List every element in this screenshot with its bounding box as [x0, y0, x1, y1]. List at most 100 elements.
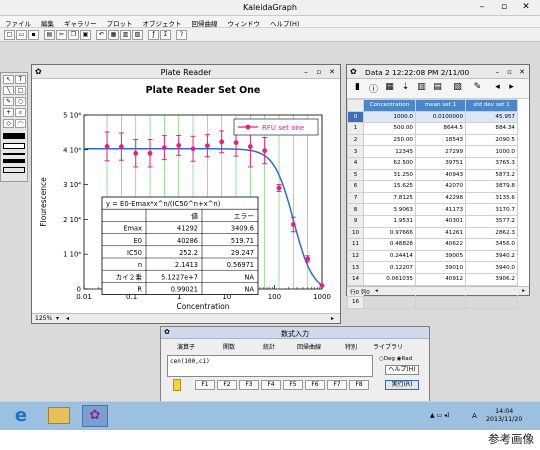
table-cell[interactable]: 31.250 [363, 168, 416, 182]
table-cell[interactable]: 3765.3 [465, 156, 518, 170]
row-header[interactable]: 1 [347, 122, 364, 135]
table-cell[interactable]: 42070 [415, 180, 466, 193]
column-header[interactable]: std dev set 1 [465, 99, 518, 112]
info-icon[interactable]: ⓘ [369, 82, 378, 95]
open-icon[interactable]: ▭ [16, 30, 27, 40]
table-cell[interactable]: 1000.0 [465, 145, 518, 158]
column-header[interactable]: mean set 1 [415, 99, 466, 112]
row-header[interactable]: 4 [347, 156, 364, 170]
table-cell[interactable]: 884.34 [465, 122, 518, 135]
arc-tool-icon[interactable]: ◠ [15, 119, 26, 128]
row-header[interactable]: 6 [347, 180, 364, 193]
table-cell[interactable]: 3.9063 [363, 203, 416, 216]
row-header[interactable]: 13 [347, 261, 364, 274]
table-cell[interactable]: 3456.0 [465, 238, 518, 251]
plot-minimize-button[interactable]: – [300, 65, 312, 79]
help-button[interactable]: ヘルプ(H) [385, 365, 419, 375]
table-cell[interactable]: 41173 [415, 203, 466, 216]
table-cell[interactable]: 0.24414 [363, 249, 416, 263]
formula-input[interactable]: cen(100,c1) [167, 355, 373, 377]
arrow-tool-icon[interactable]: ↖ [3, 75, 14, 84]
row-header[interactable]: 3 [347, 145, 364, 158]
run-button[interactable]: 実行(R) [385, 380, 419, 390]
zoom-tool-icon[interactable]: ⌕ [15, 108, 26, 117]
formula-menu-library[interactable]: ライブラリ [373, 342, 403, 351]
oval-tool-icon[interactable]: ○ [15, 97, 26, 106]
row-header[interactable]: 12 [347, 249, 364, 263]
table-cell[interactable]: 0.0100000 [415, 110, 466, 124]
table-cell[interactable]: 3577.2 [465, 214, 518, 228]
f6-key[interactable]: F6 [305, 380, 325, 390]
row-header[interactable]: 9 [347, 214, 364, 228]
pen-icon[interactable]: ✎ [473, 82, 482, 94]
scroll-right-icon[interactable]: ▸ [331, 315, 334, 322]
table-cell[interactable]: 45.957 [465, 110, 518, 124]
row-header[interactable]: 0 [347, 110, 364, 124]
menu-item[interactable]: プロット [102, 16, 138, 28]
table-cell[interactable] [415, 296, 466, 309]
ie-icon[interactable]: e [10, 406, 32, 426]
table-cell[interactable]: 3906.2 [465, 272, 518, 286]
table-cell[interactable]: 12345 [363, 145, 416, 158]
paste-icon[interactable]: ▣ [80, 30, 91, 40]
table-cell[interactable]: 0.48828 [363, 238, 416, 251]
move-right-icon[interactable]: ▸ [507, 82, 516, 94]
table-cell[interactable]: 0.061035 [363, 272, 416, 286]
menu-item[interactable]: ヘルプ(H) [265, 16, 304, 28]
f1-key[interactable]: F1 [195, 380, 215, 390]
row-header[interactable]: 16 [347, 296, 364, 309]
menu-item[interactable]: ファイル [0, 16, 36, 28]
plot-close-button[interactable]: ✕ [326, 65, 338, 79]
pen-tool-icon[interactable]: ✎ [3, 97, 14, 106]
table-cell[interactable]: 40301 [415, 214, 466, 228]
help-icon[interactable]: ? [176, 30, 187, 40]
text-tool-icon[interactable]: T [15, 75, 26, 84]
formula-menu-statistics[interactable]: 統計 [263, 342, 275, 351]
table-cell[interactable]: 3170.7 [465, 203, 518, 216]
menu-item[interactable]: 編集 [36, 16, 59, 28]
line-width-sample[interactable] [3, 153, 25, 155]
f8-key[interactable]: F8 [349, 380, 369, 390]
row-header[interactable]: 7 [347, 191, 364, 205]
table-cell[interactable] [465, 296, 518, 309]
table-cell[interactable]: 500.00 [363, 122, 416, 135]
table-cell[interactable]: 40943 [415, 168, 466, 182]
folder-icon[interactable] [48, 407, 70, 424]
maximize-button[interactable]: ▫ [494, 0, 514, 14]
column-header[interactable]: Concentration [363, 99, 416, 112]
table-cell[interactable]: 62.500 [363, 156, 416, 170]
table-cell[interactable]: 8644.5 [415, 122, 466, 135]
clock[interactable]: 14:04 2013/11/20 [486, 408, 522, 424]
f7-key[interactable]: F7 [327, 380, 347, 390]
menu-item[interactable]: ギャラリー [59, 16, 102, 28]
formula-menu-functions[interactable]: 関数 [223, 342, 235, 351]
ime-icon[interactable]: A [472, 412, 477, 420]
table-cell[interactable]: 2090.5 [465, 133, 518, 147]
table-cell[interactable]: 15.625 [363, 180, 416, 193]
copy-icon[interactable]: ❐ [68, 30, 79, 40]
format-icon[interactable]: ▥ [417, 82, 426, 94]
f3-key[interactable]: F3 [239, 380, 259, 390]
table-cell[interactable]: 18543 [415, 133, 466, 147]
kaleidagraph-taskbar-icon[interactable]: ✿ [82, 405, 108, 427]
insert-icon[interactable]: ⇣ [401, 82, 410, 94]
table-cell[interactable]: 7.8125 [363, 191, 416, 205]
layout-icon[interactable]: ▧ [132, 30, 143, 40]
formula-menu-special[interactable]: 特別 [345, 342, 357, 351]
row-header[interactable]: 10 [347, 226, 364, 240]
zoom-level[interactable]: 125% [35, 315, 52, 322]
formula-menu-operators[interactable]: 演算子 [177, 342, 195, 351]
plot-maximize-button[interactable]: ▫ [313, 65, 325, 79]
data-scroll-left-icon[interactable]: ◂ [375, 288, 378, 294]
plot-icon[interactable]: ▥ [120, 30, 131, 40]
table-cell[interactable]: 1.9531 [363, 214, 416, 228]
formula-icon[interactable]: ƒ [148, 30, 159, 40]
table-cell[interactable]: 5873.2 [465, 168, 518, 182]
f4-key[interactable]: F4 [261, 380, 281, 390]
data-close-button[interactable]: ✕ [516, 65, 528, 79]
table-cell[interactable]: 250.00 [363, 133, 416, 147]
pen-color-swatch[interactable] [3, 143, 25, 149]
table-cell[interactable]: 3940.2 [465, 249, 518, 263]
table-cell[interactable]: 2862.3 [465, 226, 518, 240]
zoom-down-icon[interactable]: ▾ [56, 315, 59, 322]
